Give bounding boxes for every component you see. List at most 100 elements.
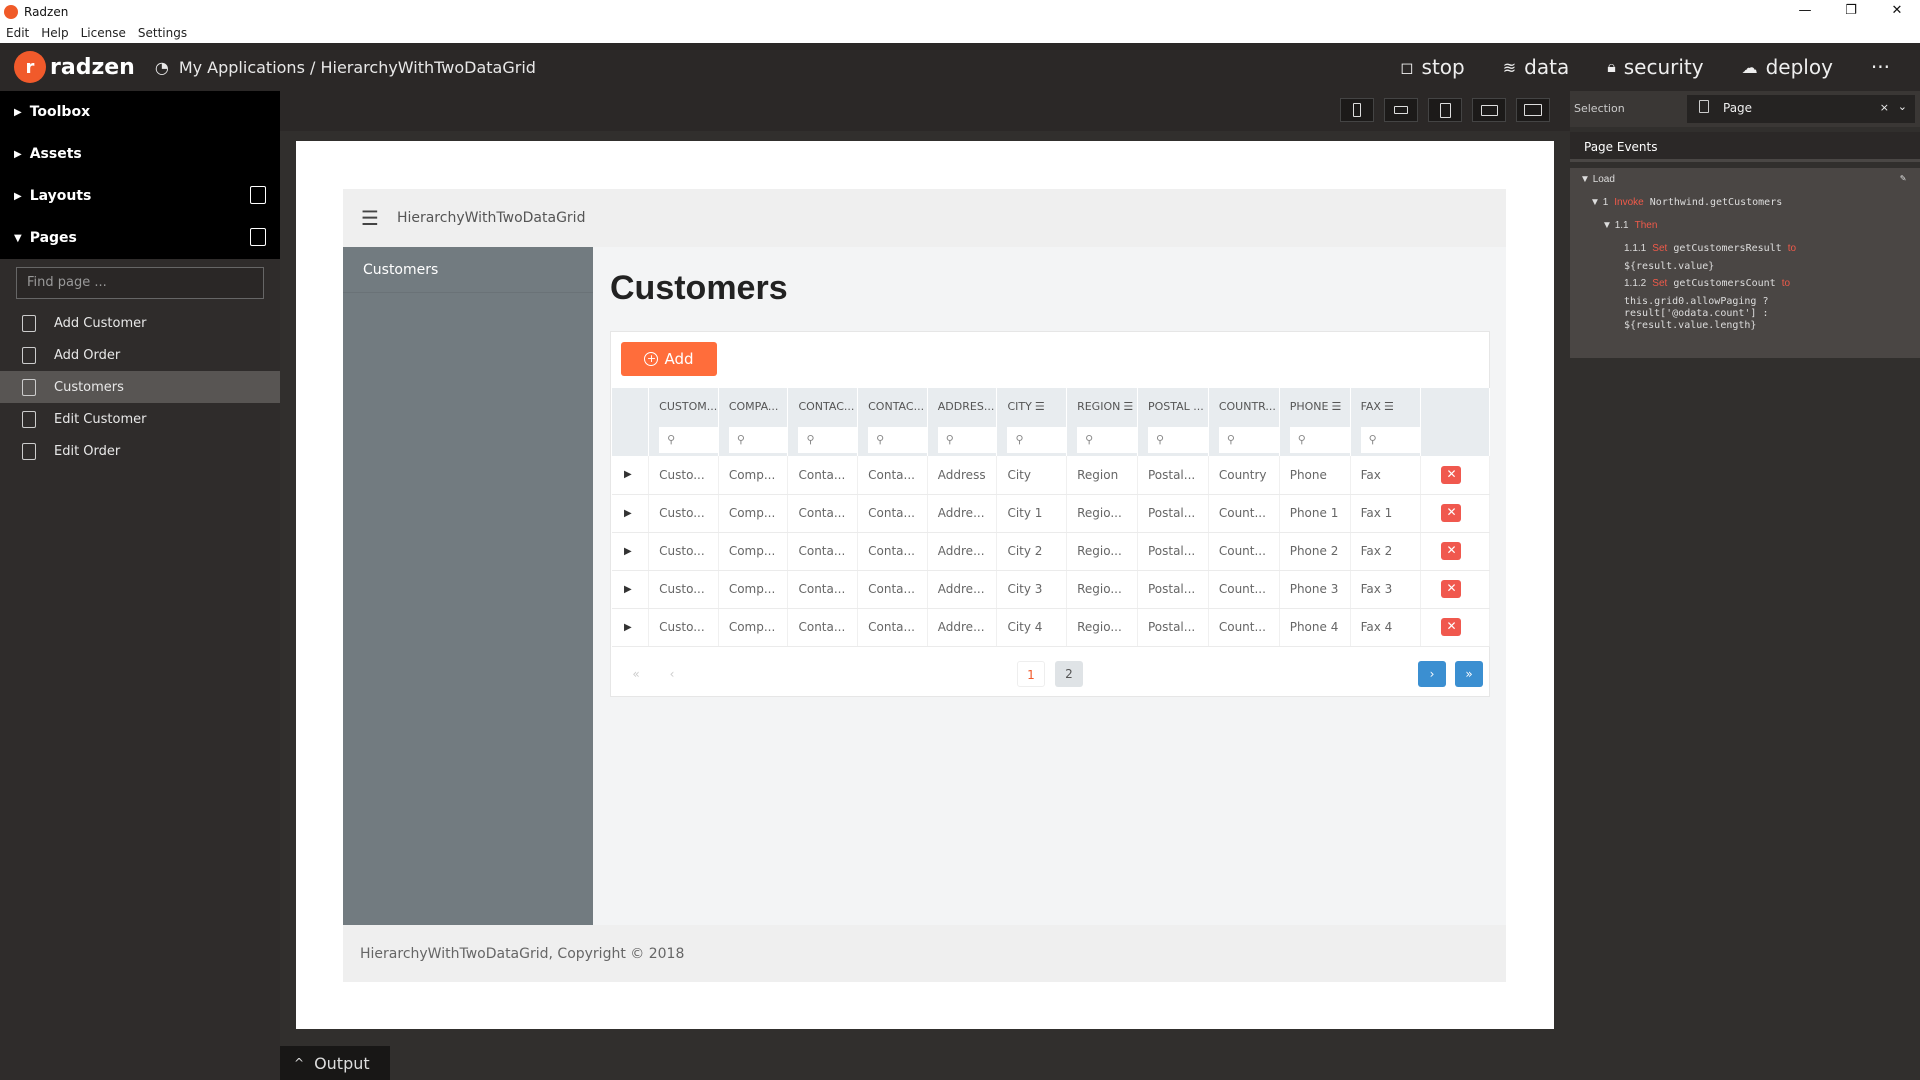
- find-page-input[interactable]: Find page ...: [16, 267, 264, 299]
- add-layout-icon[interactable]: [250, 186, 266, 204]
- column-header[interactable]: CONTAC...: [857, 388, 928, 424]
- filter-search-icon[interactable]: ⚲: [1007, 427, 1066, 453]
- window-title: Radzen: [24, 4, 69, 19]
- device-phone-button[interactable]: [1340, 98, 1374, 122]
- sort-icon: ☰: [1123, 399, 1134, 413]
- breadcrumb[interactable]: ◔ My Applications / HierarchyWithTwoData…: [155, 58, 536, 77]
- column-header[interactable]: PHONE ☰: [1279, 388, 1351, 424]
- clear-icon[interactable]: ×: [1880, 101, 1889, 114]
- column-header[interactable]: FAX ☰: [1350, 388, 1422, 424]
- selection-dropdown[interactable]: Page × ⌄: [1687, 95, 1915, 123]
- expand-row-icon[interactable]: ▶: [612, 494, 650, 533]
- table-row: ▶ Custo... Comp... Conta... Conta... Address…: [612, 456, 1490, 495]
- close-button[interactable]: ✕: [1874, 0, 1920, 23]
- lock-icon: 🔒︎: [1607, 57, 1616, 76]
- section-toolbox[interactable]: ▶ Toolbox: [0, 91, 280, 133]
- pager-page-2[interactable]: 2: [1055, 661, 1083, 687]
- filter-search-icon[interactable]: ⚲: [1147, 427, 1208, 453]
- section-assets[interactable]: ▶ Assets: [0, 133, 280, 175]
- radzen-logo[interactable]: r radzen: [14, 51, 135, 83]
- filter-search-icon[interactable]: ⚲: [1360, 427, 1420, 453]
- expand-row-icon[interactable]: ▶: [612, 570, 650, 609]
- add-button[interactable]: + Add: [621, 342, 717, 376]
- more-options-button[interactable]: ···: [1871, 55, 1890, 79]
- expand-row-icon[interactable]: ▶: [612, 532, 650, 571]
- filter-search-icon[interactable]: ⚲: [1289, 427, 1350, 453]
- page-item-edit-customer[interactable]: Edit Customer: [0, 403, 280, 435]
- data-button[interactable]: ≋ data: [1503, 55, 1569, 79]
- caret-right-icon: ▶: [14, 106, 22, 118]
- action-set-count-value: result['@odata.count'] :: [1624, 308, 1769, 319]
- event-load[interactable]: ▼ Load: [1580, 174, 1615, 185]
- delete-row-button[interactable]: ✕: [1441, 465, 1462, 484]
- deploy-button[interactable]: ☁ deploy: [1742, 55, 1833, 79]
- hamburger-menu-icon[interactable]: ☰: [361, 206, 379, 230]
- filter-search-icon[interactable]: ⚲: [1218, 427, 1279, 453]
- menu-license[interactable]: License: [75, 26, 132, 40]
- column-header[interactable]: ADDRES...: [927, 388, 998, 424]
- column-header[interactable]: COMPA...: [718, 388, 789, 424]
- menu-settings[interactable]: Settings: [132, 26, 193, 40]
- filter-search-icon[interactable]: ⚲: [937, 427, 996, 453]
- menu-help[interactable]: Help: [35, 26, 74, 40]
- app-toolbar: r radzen ◔ My Applications / HierarchyWi…: [0, 43, 1920, 91]
- selection-label: Selection: [1574, 102, 1625, 115]
- pager-prev-button[interactable]: ‹: [658, 661, 686, 687]
- radzen-app-icon: [4, 4, 18, 19]
- phone-icon: [1353, 103, 1361, 117]
- column-header[interactable]: CITY ☰: [996, 388, 1068, 424]
- chevron-down-icon[interactable]: ⌄: [1898, 100, 1907, 113]
- section-pages[interactable]: ▼ Pages: [0, 217, 280, 259]
- filter-search-icon[interactable]: ⚲: [728, 427, 787, 453]
- preview-nav-customers[interactable]: Customers: [343, 247, 593, 293]
- security-button[interactable]: 🔒︎ security: [1607, 55, 1703, 79]
- action-invoke[interactable]: ▼ 1 Invoke Northwind.getCustomers: [1590, 197, 1782, 208]
- column-header[interactable]: POSTAL ...: [1137, 388, 1209, 424]
- delete-row-button[interactable]: ✕: [1441, 618, 1462, 636]
- column-header[interactable]: CUSTOM...: [648, 388, 719, 424]
- pager-first-button[interactable]: «: [622, 661, 650, 687]
- stop-button[interactable]: ◻ stop: [1400, 55, 1464, 79]
- device-tablet-button[interactable]: [1428, 98, 1462, 122]
- page-title: Customers: [610, 269, 788, 307]
- pager-last-button[interactable]: »: [1455, 661, 1483, 687]
- expand-row-icon[interactable]: ▶: [612, 456, 650, 495]
- filter-search-icon[interactable]: ⚲: [868, 427, 927, 453]
- page-item-edit-order[interactable]: Edit Order: [0, 435, 280, 467]
- column-header[interactable]: CONTAC...: [787, 388, 859, 424]
- edit-event-icon[interactable]: ✎: [1900, 173, 1906, 184]
- output-tab[interactable]: ^ Output: [280, 1046, 390, 1080]
- action-then[interactable]: ▼ 1.1 Then: [1602, 220, 1657, 231]
- pager-next-button[interactable]: ›: [1418, 661, 1446, 687]
- delete-row-button[interactable]: ✕: [1441, 580, 1462, 598]
- maximize-button[interactable]: ❐: [1828, 0, 1874, 23]
- preview-footer: HierarchyWithTwoDataGrid, Copyright © 20…: [343, 925, 1506, 982]
- filter-search-icon[interactable]: ⚲: [798, 427, 857, 453]
- filter-search-icon[interactable]: ⚲: [659, 427, 718, 453]
- page-item-customers[interactable]: Customers: [0, 371, 280, 403]
- caret-down-icon: ▼: [14, 232, 22, 244]
- page-events-title: Page Events: [1570, 132, 1920, 162]
- expand-row-icon[interactable]: ▶: [612, 608, 650, 647]
- column-header[interactable]: COUNTR...: [1208, 388, 1280, 424]
- device-tablet-landscape-button[interactable]: [1472, 98, 1506, 122]
- page-item-add-order[interactable]: Add Order: [0, 339, 280, 371]
- add-page-icon[interactable]: [250, 228, 266, 246]
- column-header[interactable]: REGION ☰: [1066, 388, 1138, 424]
- device-phone-landscape-button[interactable]: [1384, 98, 1418, 122]
- delete-row-button[interactable]: ✕: [1441, 542, 1462, 560]
- action-set-count[interactable]: 1.1.2 Set getCustomersCount to: [1624, 278, 1790, 289]
- delete-row-button[interactable]: ✕: [1441, 504, 1462, 522]
- filter-search-icon[interactable]: ⚲: [1077, 427, 1137, 453]
- menu-edit[interactable]: Edit: [0, 26, 35, 40]
- phone-landscape-icon: [1394, 106, 1408, 114]
- dashboard-icon: ◔: [154, 57, 169, 77]
- minimize-button[interactable]: —: [1782, 0, 1828, 23]
- action-set-result[interactable]: 1.1.1 Set getCustomersResult to: [1624, 243, 1796, 254]
- device-desktop-button[interactable]: [1516, 98, 1550, 122]
- events-tree: ▼ Load ✎ ▼ 1 Invoke Northwind.getCustome…: [1570, 168, 1920, 358]
- page-item-add-customer[interactable]: Add Customer: [0, 307, 280, 339]
- tablet-landscape-icon: [1480, 104, 1498, 116]
- pager-page-1[interactable]: 1: [1017, 661, 1045, 687]
- section-layouts[interactable]: ▶ Layouts: [0, 175, 280, 217]
